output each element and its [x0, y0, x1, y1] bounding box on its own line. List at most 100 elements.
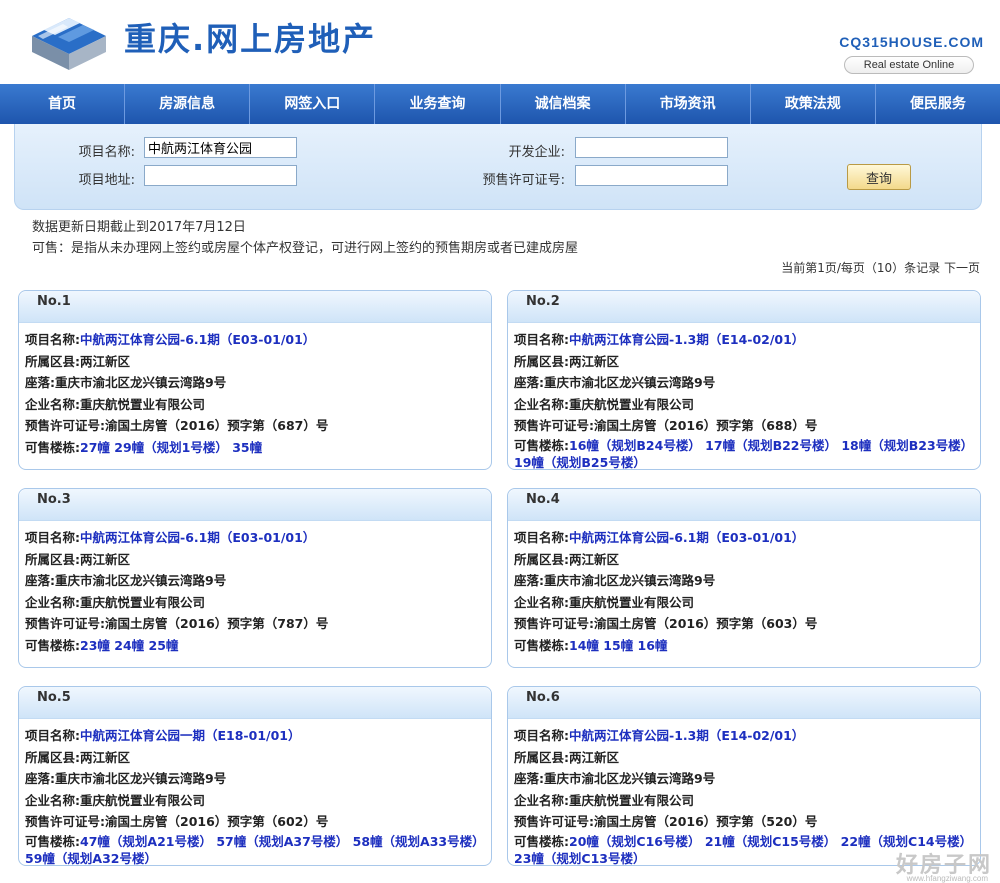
project-label: 项目名称: — [25, 530, 80, 545]
permit-value: 渝国土房管（2016）预字第（688）号 — [594, 418, 818, 433]
card-number: No.4 — [508, 489, 980, 521]
permit-value: 渝国土房管（2016）预字第（602）号 — [105, 814, 329, 829]
company-label: 企业名称: — [25, 792, 80, 808]
pager: 当前第1页/每页（10）条记录 下一页 — [781, 259, 980, 276]
location-label: 座落: — [514, 375, 544, 390]
buildings-links[interactable]: 27幢 29幢（规划1号楼） 35幢 — [80, 440, 262, 455]
permit-label: 预售许可证号: — [514, 616, 594, 631]
buildings-links[interactable]: 14幢 15幢 16幢 — [569, 638, 667, 653]
company-label: 企业名称: — [514, 594, 569, 610]
developer-label: 开发企业: — [508, 145, 565, 160]
company-value: 重庆航悦置业有限公司 — [80, 792, 206, 808]
district-value: 两江新区 — [569, 749, 620, 765]
availability-definition: 可售：是指从未办理网上签约或房屋个体产权登记，可进行网上签约的预售期房或者已建成… — [32, 241, 579, 256]
district-value: 两江新区 — [569, 353, 620, 369]
district-label: 所属区县: — [514, 551, 569, 567]
location-value: 重庆市渝北区龙兴镇云湾路9号 — [544, 573, 716, 588]
buildings-label: 可售楼栋: — [25, 439, 80, 455]
district-value: 两江新区 — [80, 353, 131, 369]
project-label: 项目名称: — [25, 332, 80, 347]
main-nav: 首页 房源信息 网签入口 业务查询 诚信档案 市场资讯 政策法规 便民服务 — [0, 84, 1000, 124]
permit-value: 渝国土房管（2016）预字第（687）号 — [105, 418, 329, 433]
nav-services[interactable]: 便民服务 — [876, 84, 1000, 124]
project-label: 项目名称: — [514, 530, 569, 545]
project-label: 项目名称: — [514, 728, 569, 743]
buildings-label: 可售楼栋: — [514, 833, 569, 849]
project-link[interactable]: 中航两江体育公园-1.3期（E14-02/01） — [569, 728, 804, 743]
card-number: No.2 — [508, 291, 980, 323]
project-label: 项目名称: — [25, 728, 80, 743]
project-link[interactable]: 中航两江体育公园-1.3期（E14-02/01） — [569, 332, 804, 347]
location-value: 重庆市渝北区龙兴镇云湾路9号 — [55, 375, 227, 390]
permit-value: 渝国土房管（2016）预字第（603）号 — [594, 616, 818, 631]
company-label: 企业名称: — [514, 396, 569, 412]
listing-card: No.1 项目名称:中航两江体育公园-6.1期（E03-01/01） 所属区县:… — [18, 290, 492, 470]
company-value: 重庆航悦置业有限公司 — [569, 396, 695, 412]
location-label: 座落: — [514, 573, 544, 588]
card-number: No.6 — [508, 687, 980, 719]
permit-input[interactable] — [575, 165, 728, 186]
nav-business-query[interactable]: 业务查询 — [375, 84, 501, 124]
permit-label: 预售许可证号: — [25, 418, 105, 433]
location-label: 座落: — [514, 771, 544, 786]
card-number: No.1 — [19, 291, 491, 323]
site-slogan: Real estate Online — [844, 56, 974, 74]
project-link[interactable]: 中航两江体育公园-6.1期（E03-01/01） — [80, 332, 315, 347]
listing-card: No.6 项目名称:中航两江体育公园-1.3期（E14-02/01） 所属区县:… — [507, 686, 981, 866]
developer-input[interactable] — [575, 137, 728, 158]
next-page-link[interactable]: 下一页 — [944, 261, 980, 275]
company-label: 企业名称: — [514, 792, 569, 808]
permit-label: 预售许可证号: — [482, 173, 565, 188]
location-value: 重庆市渝北区龙兴镇云湾路9号 — [544, 375, 716, 390]
location-value: 重庆市渝北区龙兴镇云湾路9号 — [55, 771, 227, 786]
buildings-links[interactable]: 23幢 24幢 25幢 — [80, 638, 178, 653]
site-domain: CQ315HOUSE.COM — [839, 34, 984, 50]
nav-online-signing[interactable]: 网签入口 — [250, 84, 376, 124]
permit-label: 预售许可证号: — [514, 814, 594, 829]
company-value: 重庆航悦置业有限公司 — [80, 396, 206, 412]
district-label: 所属区县: — [514, 749, 569, 765]
district-value: 两江新区 — [569, 551, 620, 567]
buildings-links[interactable]: 16幢（规划B24号楼） 17幢（规划B22号楼） 18幢（规划B23号楼） 1… — [514, 438, 973, 470]
location-label: 座落: — [25, 573, 55, 588]
project-link[interactable]: 中航两江体育公园一期（E18-01/01） — [80, 728, 300, 743]
nav-policies[interactable]: 政策法规 — [751, 84, 876, 124]
company-value: 重庆航悦置业有限公司 — [80, 594, 206, 610]
listing-card: No.5 项目名称:中航两江体育公园一期（E18-01/01） 所属区县:两江新… — [18, 686, 492, 866]
project-label: 项目名称: — [514, 332, 569, 347]
listing-card: No.4 项目名称:中航两江体育公园-6.1期（E03-01/01） 所属区县:… — [507, 488, 981, 668]
project-name-input[interactable] — [144, 137, 297, 158]
permit-label: 预售许可证号: — [25, 616, 105, 631]
company-label: 企业名称: — [25, 594, 80, 610]
location-label: 座落: — [25, 771, 55, 786]
location-label: 座落: — [25, 375, 55, 390]
project-link[interactable]: 中航两江体育公园-6.1期（E03-01/01） — [80, 530, 315, 545]
buildings-label: 可售楼栋: — [514, 637, 569, 653]
buildings-label: 可售楼栋: — [514, 437, 569, 453]
site-title: 重庆.网上房地产 — [124, 20, 377, 58]
nav-credit-records[interactable]: 诚信档案 — [501, 84, 626, 124]
district-value: 两江新区 — [80, 551, 131, 567]
location-value: 重庆市渝北区龙兴镇云湾路9号 — [544, 771, 716, 786]
logo-icon[interactable] — [24, 6, 114, 76]
permit-value: 渝国土房管（2016）预字第（787）号 — [105, 616, 329, 631]
search-panel: 项目名称: 项目地址: 开发企业: 预售许可证号: 查询 — [14, 124, 982, 210]
district-label: 所属区县: — [25, 353, 80, 369]
watermark-url: www.hfangziwang.com — [906, 874, 988, 883]
permit-value: 渝国土房管（2016）预字第（520）号 — [594, 814, 818, 829]
district-label: 所属区县: — [514, 353, 569, 369]
buildings-links[interactable]: 47幢（规划A21号楼） 57幢（规划A37号楼） 58幢（规划A33号楼） 5… — [25, 834, 485, 866]
listing-card: No.2 项目名称:中航两江体育公园-1.3期（E14-02/01） 所属区县:… — [507, 290, 981, 470]
project-address-input[interactable] — [144, 165, 297, 186]
nav-home[interactable]: 首页 — [0, 84, 126, 124]
query-button[interactable]: 查询 — [847, 164, 911, 190]
buildings-label: 可售楼栋: — [25, 637, 80, 653]
project-name-label: 项目名称: — [78, 145, 135, 160]
update-date: 数据更新日期截止到2017年7月12日 — [32, 220, 246, 235]
nav-listings[interactable]: 房源信息 — [125, 84, 251, 124]
nav-market-news[interactable]: 市场资讯 — [626, 84, 751, 124]
district-value: 两江新区 — [80, 749, 131, 765]
project-link[interactable]: 中航两江体育公园-6.1期（E03-01/01） — [569, 530, 804, 545]
pager-status: 当前第1页/每页（10）条记录 — [781, 261, 941, 275]
listing-card: No.3 项目名称:中航两江体育公园-6.1期（E03-01/01） 所属区县:… — [18, 488, 492, 668]
